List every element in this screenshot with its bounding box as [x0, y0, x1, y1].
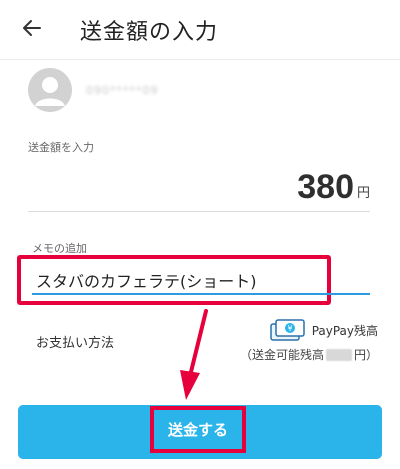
payment-source-name: PayPay残高: [311, 323, 378, 338]
page-title: 送金額の入力: [80, 20, 219, 45]
amount-underline: [28, 211, 370, 212]
money-bills-icon: ¥: [269, 319, 305, 341]
app-header: 送金額の入力: [0, 0, 400, 60]
amount-value: 380: [297, 168, 354, 206]
amount-field[interactable]: 380 円: [297, 170, 370, 204]
send-button-label: 送金する: [167, 421, 228, 439]
payment-source[interactable]: ¥ PayPay残高: [269, 318, 378, 342]
amount-label: 送金額を入力: [28, 141, 94, 154]
recipient-name: 090*****09: [86, 84, 159, 97]
memo-input[interactable]: [36, 268, 326, 292]
arrow-left-icon: [23, 20, 41, 36]
amount-unit: 円: [356, 186, 370, 201]
memo-label: メモの追加: [32, 242, 87, 255]
balance-prefix: （送金可能残高: [239, 348, 324, 362]
user-avatar-icon: [28, 68, 72, 112]
available-balance-note: （送金可能残高 円）: [240, 346, 378, 363]
svg-text:¥: ¥: [287, 324, 292, 333]
back-button[interactable]: [18, 14, 46, 42]
memo-underline: [32, 293, 370, 295]
balance-suffix: 円）: [353, 348, 378, 362]
payment-method-label: お支払い方法: [36, 336, 115, 351]
balance-amount-masked: [325, 348, 352, 361]
